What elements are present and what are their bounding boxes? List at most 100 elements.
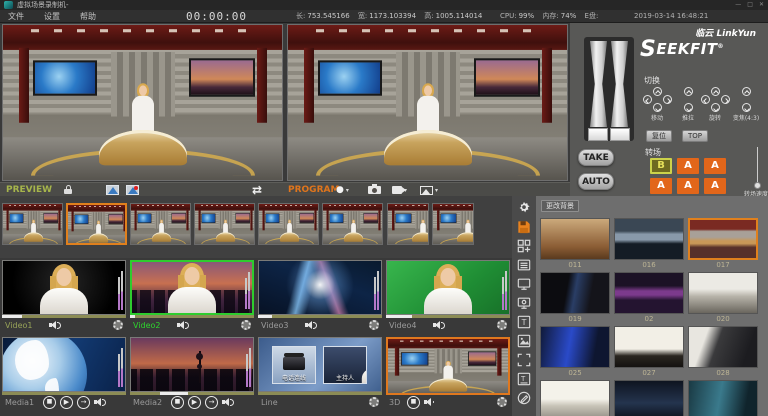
playlist-icon[interactable]: [517, 258, 531, 272]
stop-button[interactable]: ■: [171, 396, 184, 409]
camera-preset-1[interactable]: [2, 203, 63, 245]
phone-call-tile[interactable]: 电话连线: [272, 346, 316, 384]
speaker-icon[interactable]: [222, 398, 235, 407]
play-button[interactable]: ▶: [188, 396, 201, 409]
t-bar-handle-right[interactable]: [610, 128, 630, 141]
transition-button-a3[interactable]: A: [650, 178, 672, 194]
scene-027[interactable]: 027: [614, 326, 684, 379]
stop-button[interactable]: ■: [407, 396, 420, 409]
camera-preset-8[interactable]: [432, 203, 474, 245]
scene-028[interactable]: 028: [688, 326, 758, 379]
lock-icon[interactable]: [64, 183, 72, 197]
camera-preset-4[interactable]: [194, 203, 255, 245]
play-button[interactable]: ▶: [60, 396, 73, 409]
draw-pen-icon[interactable]: [517, 391, 531, 405]
gear-icon[interactable]: [369, 320, 379, 330]
source-video2[interactable]: Video2: [130, 260, 254, 332]
transition-button-a2[interactable]: A: [704, 158, 726, 174]
rotate-up-button[interactable]: [711, 87, 720, 96]
auto-button[interactable]: AUTO: [578, 173, 614, 190]
scene-019[interactable]: 019: [540, 272, 610, 325]
speaker-icon[interactable]: [49, 321, 62, 330]
scene-025[interactable]: 025: [540, 326, 610, 379]
speaker-icon[interactable]: [94, 398, 107, 407]
source-line[interactable]: 电话连线 主持人 Line: [258, 337, 382, 409]
text-tool-icon[interactable]: T: [517, 315, 531, 329]
transition-button-a1[interactable]: A: [677, 158, 699, 174]
camera-capture-icon[interactable]: [368, 183, 381, 197]
dolly-up-button[interactable]: [684, 87, 693, 96]
scene-02[interactable]: 02: [614, 272, 684, 325]
save-floppy-icon[interactable]: [517, 220, 531, 234]
source-video4[interactable]: Video4: [386, 260, 510, 332]
image-dropdown-icon[interactable]: ▾: [435, 187, 438, 194]
snapshot-icon[interactable]: [106, 185, 119, 195]
scene-017-selected[interactable]: 017: [688, 218, 758, 271]
zoom-in-button[interactable]: [742, 87, 751, 96]
menu-file[interactable]: 文件: [2, 10, 30, 23]
rotate-left-button[interactable]: [701, 95, 710, 104]
transition-button-b[interactable]: B: [650, 158, 672, 174]
source-video3[interactable]: Video3: [258, 260, 382, 332]
gear-icon[interactable]: [497, 320, 507, 330]
t-bar-fader[interactable]: [584, 37, 634, 141]
subtitle-tool-icon[interactable]: T: [517, 372, 531, 386]
dolly-down-button[interactable]: [684, 103, 693, 112]
host-tile[interactable]: 主持人: [323, 346, 367, 384]
gear-icon[interactable]: [369, 397, 379, 407]
scene-row4-2[interactable]: [614, 380, 684, 416]
gear-icon[interactable]: [113, 320, 123, 330]
snapshot-alert-icon[interactable]: [126, 185, 139, 195]
camera-preset-3[interactable]: [130, 203, 191, 245]
muted-speaker-icon[interactable]: [424, 398, 437, 407]
zoom-out-button[interactable]: [742, 103, 751, 112]
speaker-icon[interactable]: [433, 321, 446, 330]
top-button[interactable]: TOP: [682, 130, 708, 142]
loop-button[interactable]: →: [205, 396, 218, 409]
take-button[interactable]: TAKE: [578, 149, 614, 166]
scene-011[interactable]: 011: [540, 218, 610, 271]
maximize-button[interactable]: □: [747, 1, 753, 9]
rotate-down-button[interactable]: [711, 103, 720, 112]
video-capture-icon[interactable]: ▾: [392, 183, 407, 197]
source-media1[interactable]: Media1 ■ ▶ →: [2, 337, 126, 409]
speaker-icon[interactable]: [177, 321, 190, 330]
rotate-right-button[interactable]: [721, 95, 730, 104]
move-up-button[interactable]: [653, 87, 662, 96]
camera-preset-2-selected[interactable]: [66, 203, 127, 245]
camera-preset-5[interactable]: [258, 203, 319, 245]
t-bar-handle-left[interactable]: [588, 128, 608, 141]
gear-icon[interactable]: [241, 320, 251, 330]
move-down-button[interactable]: [653, 103, 662, 112]
scene-row4-1[interactable]: [540, 380, 610, 416]
monitor-icon[interactable]: [517, 277, 531, 291]
reset-button[interactable]: 复位: [646, 130, 672, 142]
menu-settings[interactable]: 设置: [38, 10, 66, 23]
loop-button[interactable]: →: [77, 396, 90, 409]
slider-knob[interactable]: [754, 182, 761, 189]
frame-tool-icon[interactable]: [517, 353, 531, 367]
image-output-icon[interactable]: ▾: [420, 183, 438, 197]
move-right-button[interactable]: [663, 95, 672, 104]
monitor-light-icon[interactable]: [517, 296, 531, 310]
source-video1[interactable]: Video1: [2, 260, 126, 332]
change-background-tab[interactable]: 更改背景: [541, 200, 579, 212]
menu-help[interactable]: 帮助: [74, 10, 102, 23]
scene-016[interactable]: 016: [614, 218, 684, 271]
minimize-button[interactable]: —: [735, 1, 741, 9]
transition-speed-slider[interactable]: [754, 147, 762, 189]
camera-preset-6[interactable]: [322, 203, 383, 245]
settings-gear-icon[interactable]: [517, 201, 531, 215]
scene-020[interactable]: 020: [688, 272, 758, 325]
gear-icon[interactable]: [497, 397, 507, 407]
transition-button-a5[interactable]: A: [704, 178, 726, 194]
stop-button[interactable]: ■: [43, 396, 56, 409]
record-dropdown-icon[interactable]: ▾: [346, 187, 349, 194]
scene-row4-3[interactable]: [688, 380, 758, 416]
speaker-icon[interactable]: [305, 321, 318, 330]
move-left-button[interactable]: [643, 95, 652, 104]
transition-button-a4[interactable]: A: [677, 178, 699, 194]
camera-preset-7[interactable]: [387, 203, 429, 245]
close-button[interactable]: ✕: [759, 1, 764, 9]
source-3d-scene[interactable]: 3D ■: [386, 337, 510, 409]
